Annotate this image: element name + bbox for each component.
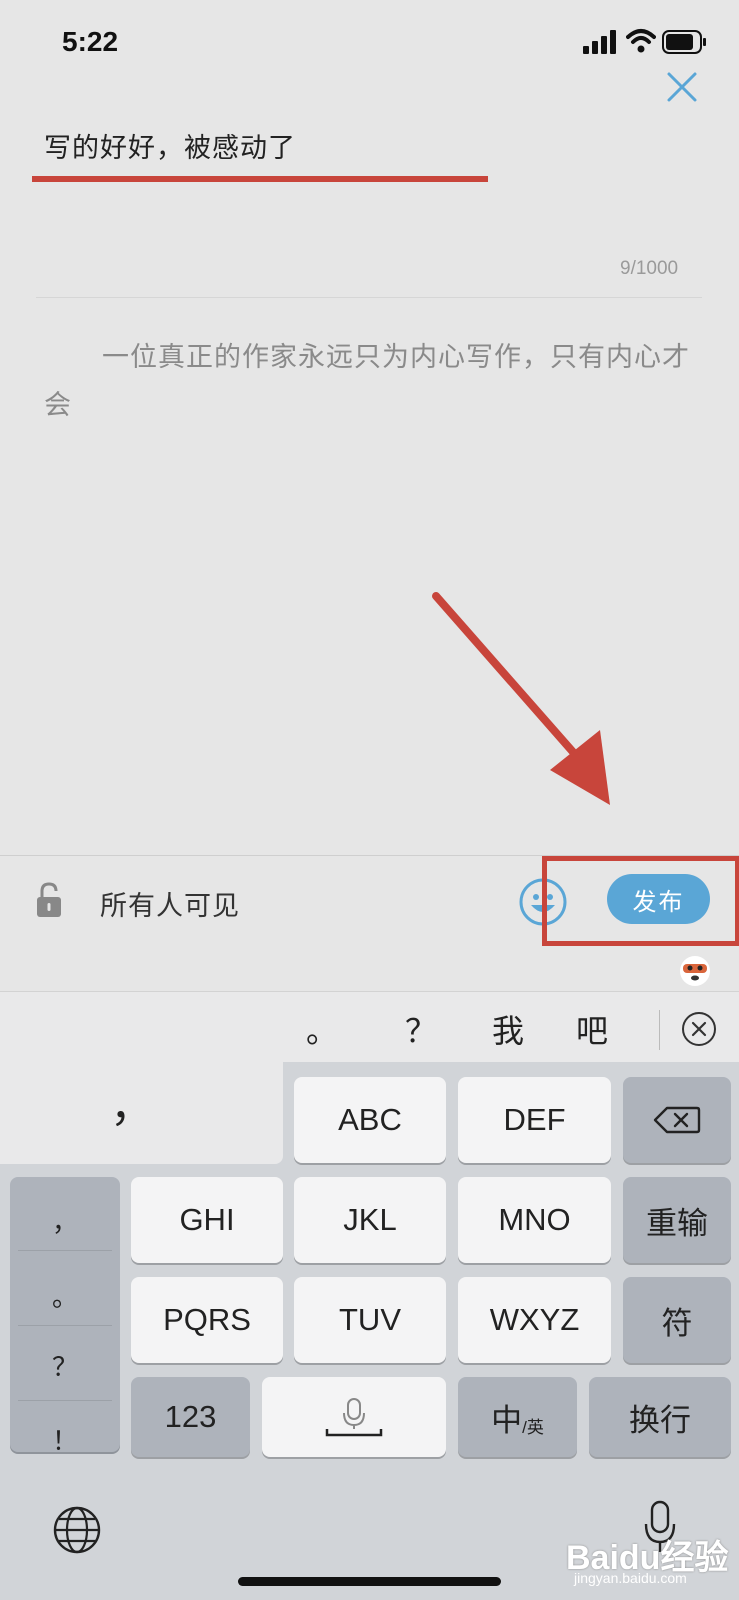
punct-key[interactable]: ？ xyxy=(10,1328,120,1402)
punct-key[interactable]: ， xyxy=(10,1183,120,1257)
punct-key[interactable]: ！ xyxy=(10,1402,120,1476)
key-def[interactable]: DEF xyxy=(458,1077,611,1163)
key-tuv[interactable]: TUV xyxy=(294,1277,446,1363)
candidate-item[interactable]: 。 xyxy=(306,1006,338,1052)
candidate-item[interactable]: 吧 xyxy=(576,1006,608,1052)
key-wxyz[interactable]: WXYZ xyxy=(458,1277,611,1363)
visibility-selector[interactable]: 所有人可见 xyxy=(100,884,240,923)
unlock-icon[interactable] xyxy=(34,880,64,920)
numbers-key[interactable]: 123 xyxy=(131,1377,250,1457)
candidate-item[interactable]: 我 xyxy=(492,1006,524,1052)
symbol-key[interactable]: 符 xyxy=(623,1277,731,1363)
battery-icon xyxy=(662,30,706,54)
candidate-bar xyxy=(0,992,739,1062)
punct-divider xyxy=(18,1325,112,1326)
wifi-icon xyxy=(626,29,656,53)
watermark-site: jingyan.baidu.com xyxy=(574,1570,687,1586)
status-time: 5:22 xyxy=(62,26,119,57)
space-voice-key[interactable] xyxy=(262,1377,446,1457)
comma-key[interactable]: ， xyxy=(110,1070,154,1134)
annotation-highlight-box xyxy=(542,856,739,946)
close-icon[interactable] xyxy=(665,70,699,104)
punct-divider xyxy=(18,1400,112,1401)
close-circle-icon[interactable] xyxy=(680,1010,718,1048)
input-assist-row xyxy=(0,947,739,992)
punct-key[interactable]: 。 xyxy=(10,1258,120,1332)
key-ghi[interactable]: GHI xyxy=(131,1177,283,1263)
globe-icon[interactable] xyxy=(52,1505,102,1555)
lang-sub-label: /英 xyxy=(522,1417,544,1437)
keyboard-mascot-icon[interactable] xyxy=(677,951,713,987)
backspace-icon xyxy=(653,1106,701,1134)
language-switch-key[interactable]: 中/英 xyxy=(458,1377,577,1457)
key-mno[interactable]: MNO xyxy=(458,1177,611,1263)
key-pqrs[interactable]: PQRS xyxy=(131,1277,283,1363)
divider xyxy=(36,297,702,298)
key-abc[interactable]: ABC xyxy=(294,1077,446,1163)
post-body-input[interactable]: 一位真正的作家永远只为内心写作，只有内心才会 xyxy=(44,334,704,430)
annotation-underline xyxy=(32,176,488,182)
char-counter: 9/1000 xyxy=(620,258,679,279)
retype-key[interactable]: 重输 xyxy=(623,1177,731,1263)
lang-main-label: 中 xyxy=(491,1402,523,1438)
candidate-item[interactable]: ？ xyxy=(405,1006,437,1052)
cellular-signal-icon xyxy=(583,30,616,54)
punct-divider xyxy=(18,1250,112,1251)
microphone-icon xyxy=(325,1398,383,1437)
candidate-separator xyxy=(659,1010,660,1050)
key-jkl[interactable]: JKL xyxy=(294,1177,446,1263)
backspace-key[interactable] xyxy=(623,1077,731,1163)
home-indicator[interactable] xyxy=(238,1577,501,1586)
newline-key[interactable]: 换行 xyxy=(589,1377,731,1457)
annotation-arrow xyxy=(432,592,610,805)
post-title-input[interactable]: 写的好好，被感动了 xyxy=(44,126,296,165)
